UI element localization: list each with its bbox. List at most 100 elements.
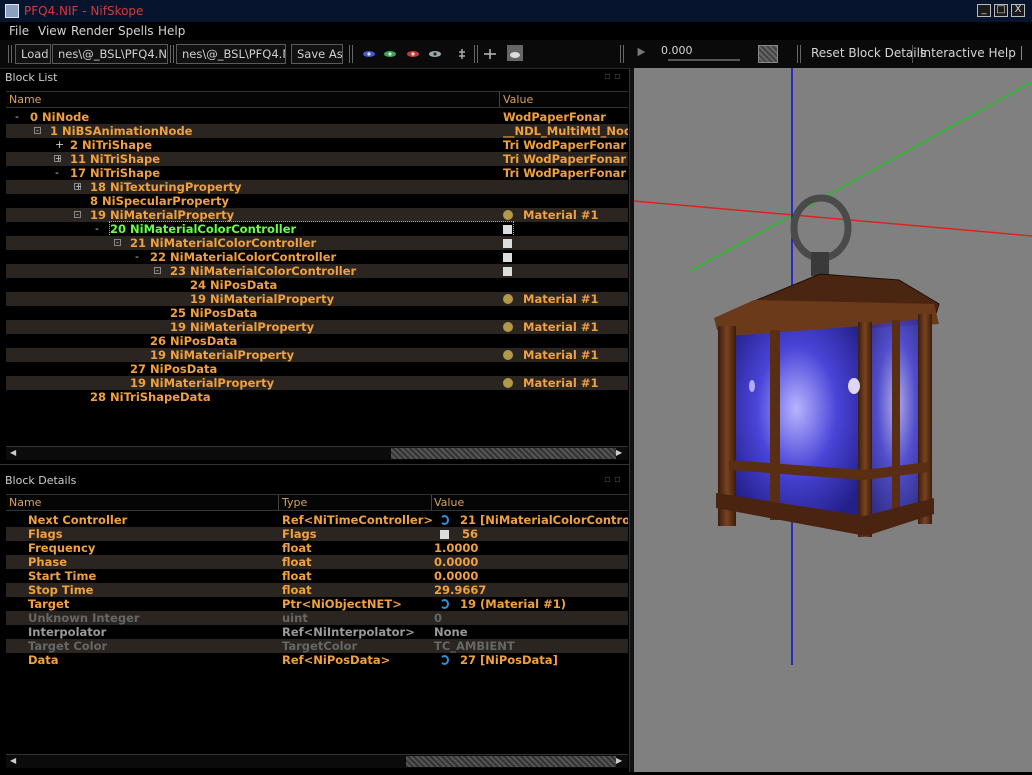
tree-row[interactable]: +18 NiTexturingProperty bbox=[6, 180, 628, 194]
detail-value[interactable]: 1.0000 bbox=[434, 541, 628, 555]
tree-row[interactable]: 19 NiMaterialProperty Material #1 bbox=[6, 320, 628, 334]
detail-row[interactable]: Flags Flags 56 bbox=[6, 527, 628, 541]
load-button[interactable]: Load bbox=[15, 44, 51, 64]
collapse-icon[interactable]: - bbox=[114, 239, 121, 247]
detail-value[interactable]: 27 [NiPosData] bbox=[434, 653, 628, 667]
toolbar-grip[interactable] bbox=[349, 45, 353, 63]
eye-blue-icon[interactable] bbox=[362, 48, 376, 60]
play-icon[interactable] bbox=[634, 46, 648, 58]
lighting-icon[interactable] bbox=[507, 45, 523, 61]
collapse-icon[interactable]: - bbox=[15, 110, 19, 123]
tree-row[interactable]: +2 NiTriShape Tri WodPaperFonar 0 bbox=[6, 138, 628, 152]
collapse-icon[interactable]: - bbox=[154, 267, 161, 275]
save-as-button[interactable]: Save As bbox=[291, 44, 343, 64]
tree-row[interactable]: -22 NiMaterialColorController bbox=[6, 250, 628, 264]
detail-row[interactable]: Phase float 0.0000 bbox=[6, 555, 628, 569]
collapse-icon[interactable]: - bbox=[135, 250, 139, 263]
load-path-field[interactable]: nes\@_BSL\PFQ4.NIF bbox=[52, 44, 168, 64]
tree-row[interactable]: - 1 NiBSAnimationNode __NDL_MultiMtl_Node bbox=[6, 124, 628, 138]
detail-value[interactable]: 56 bbox=[434, 527, 628, 541]
detail-row[interactable]: Frequency float 1.0000 bbox=[6, 541, 628, 555]
tree-row[interactable]: 19 NiMaterialProperty Material #1 bbox=[6, 292, 628, 306]
tree-row[interactable]: 26 NiPosData bbox=[6, 334, 628, 348]
detail-row[interactable]: Target Color TargetColor TC_AMBIENT bbox=[6, 639, 628, 653]
detail-value[interactable]: 19 (Material #1) bbox=[434, 597, 628, 611]
expand-icon[interactable]: + bbox=[54, 155, 62, 163]
tree-row[interactable]: -20 NiMaterialColorController bbox=[6, 221, 628, 237]
tree-row[interactable]: 19 NiMaterialProperty Material #1 bbox=[6, 348, 628, 362]
toolbar-overflow[interactable] bbox=[1021, 46, 1030, 60]
link-icon[interactable] bbox=[440, 599, 449, 609]
tree-row[interactable]: - 23 NiMaterialColorController bbox=[6, 264, 628, 278]
axes-icon[interactable] bbox=[483, 48, 497, 60]
tree-row[interactable]: -0 NiNode WodPaperFonar bbox=[6, 110, 628, 124]
tree-row[interactable]: 24 NiPosData bbox=[6, 278, 628, 292]
tree-row[interactable]: 28 NiTriShapeData bbox=[6, 390, 628, 404]
menu-view[interactable]: View bbox=[38, 24, 66, 38]
expand-icon[interactable]: + bbox=[55, 138, 64, 151]
detail-row[interactable]: Data Ref<NiPosData> 27 [NiPosData] bbox=[6, 653, 628, 667]
tree-row[interactable]: 19 NiMaterialProperty Material #1 bbox=[6, 376, 628, 390]
detail-value[interactable]: 0.0000 bbox=[434, 569, 628, 583]
detail-value[interactable]: 29.9667 bbox=[434, 583, 628, 597]
column-type-header[interactable]: Type bbox=[282, 496, 307, 509]
toolbar-grip[interactable] bbox=[474, 45, 478, 63]
save-path-field[interactable]: nes\@_BSL\PFQ4.NIF bbox=[176, 44, 286, 64]
tree-row[interactable]: 8 NiSpecularProperty bbox=[6, 194, 628, 208]
detail-row[interactable]: Start Time float 0.0000 bbox=[6, 569, 628, 583]
link-icon[interactable] bbox=[440, 515, 449, 525]
tree-row[interactable]: +11 NiTriShape Tri WodPaperFonar 1 bbox=[6, 152, 628, 166]
expand-icon[interactable]: + bbox=[74, 183, 82, 191]
eye-red-icon[interactable] bbox=[406, 48, 420, 60]
reset-block-details-button[interactable]: Reset Block Details bbox=[811, 46, 926, 60]
detail-value[interactable]: None bbox=[434, 625, 628, 639]
skeleton-icon[interactable] bbox=[455, 48, 469, 60]
3d-scene[interactable] bbox=[633, 68, 1032, 772]
collapse-icon[interactable]: - bbox=[34, 127, 41, 135]
render-viewport[interactable] bbox=[633, 68, 1032, 772]
close-button[interactable]: X bbox=[1011, 4, 1025, 17]
interactive-help-button[interactable]: Interactive Help bbox=[920, 46, 1016, 60]
time-slider[interactable] bbox=[668, 59, 740, 61]
column-value-header[interactable]: Value bbox=[503, 93, 533, 106]
detail-row[interactable]: Target Ptr<NiObjectNET> 19 (Material #1) bbox=[6, 597, 628, 611]
menu-help[interactable]: Help bbox=[158, 24, 185, 38]
block-list-hscrollbar[interactable]: ◀ ▶ bbox=[6, 446, 628, 460]
menu-file[interactable]: File bbox=[9, 24, 29, 38]
toolbar-grip[interactable] bbox=[170, 45, 174, 63]
tree-row[interactable]: - 21 NiMaterialColorController bbox=[6, 236, 628, 250]
eye-green-icon[interactable] bbox=[383, 48, 397, 60]
toolbar-grip[interactable] bbox=[620, 45, 624, 63]
detail-value[interactable]: 0.0000 bbox=[434, 555, 628, 569]
tree-row[interactable]: 25 NiPosData bbox=[6, 306, 628, 320]
tree-row[interactable]: -17 NiTriShape Tri WodPaperFonar 2 bbox=[6, 166, 628, 180]
detail-row[interactable]: Interpolator Ref<NiInterpolator> None bbox=[6, 625, 628, 639]
collapse-icon[interactable]: - bbox=[55, 166, 59, 179]
flag-icon[interactable] bbox=[440, 530, 449, 539]
minimize-button[interactable]: _ bbox=[977, 4, 991, 17]
link-icon[interactable] bbox=[440, 655, 449, 665]
detail-row[interactable]: Next Controller Ref<NiTimeController> 21 [… bbox=[6, 513, 628, 527]
column-name-header[interactable]: Name bbox=[9, 496, 41, 509]
collapse-icon[interactable]: - bbox=[95, 222, 99, 235]
menu-render[interactable]: Render bbox=[71, 24, 114, 38]
detail-row[interactable]: Unknown Integer uint 0 bbox=[6, 611, 628, 625]
detail-value[interactable]: 0 bbox=[434, 611, 628, 625]
maximize-button[interactable]: □ bbox=[994, 4, 1008, 17]
block-details-hscrollbar[interactable]: ◀ ▶ bbox=[6, 754, 628, 768]
toolbar-grip[interactable] bbox=[797, 45, 801, 63]
loop-icon[interactable] bbox=[758, 45, 778, 63]
column-value-header[interactable]: Value bbox=[434, 496, 464, 509]
dock-buttons[interactable]: ▫ ▫ bbox=[604, 474, 621, 485]
collapse-icon[interactable]: - bbox=[74, 211, 81, 219]
menu-spells[interactable]: Spells bbox=[118, 24, 154, 38]
tree-row[interactable]: 27 NiPosData bbox=[6, 362, 628, 376]
detail-row[interactable]: Stop Time float 29.9667 bbox=[6, 583, 628, 597]
toolbar-grip[interactable] bbox=[8, 45, 12, 63]
tree-row[interactable]: - 19 NiMaterialProperty Material #1 bbox=[6, 208, 628, 222]
detail-value[interactable]: TC_AMBIENT bbox=[434, 639, 628, 653]
column-name-header[interactable]: Name bbox=[9, 93, 41, 106]
detail-value[interactable]: 21 [NiMaterialColorController] bbox=[434, 513, 628, 527]
eye-white-icon[interactable] bbox=[428, 48, 442, 60]
dock-buttons[interactable]: ▫ ▫ bbox=[604, 71, 621, 82]
